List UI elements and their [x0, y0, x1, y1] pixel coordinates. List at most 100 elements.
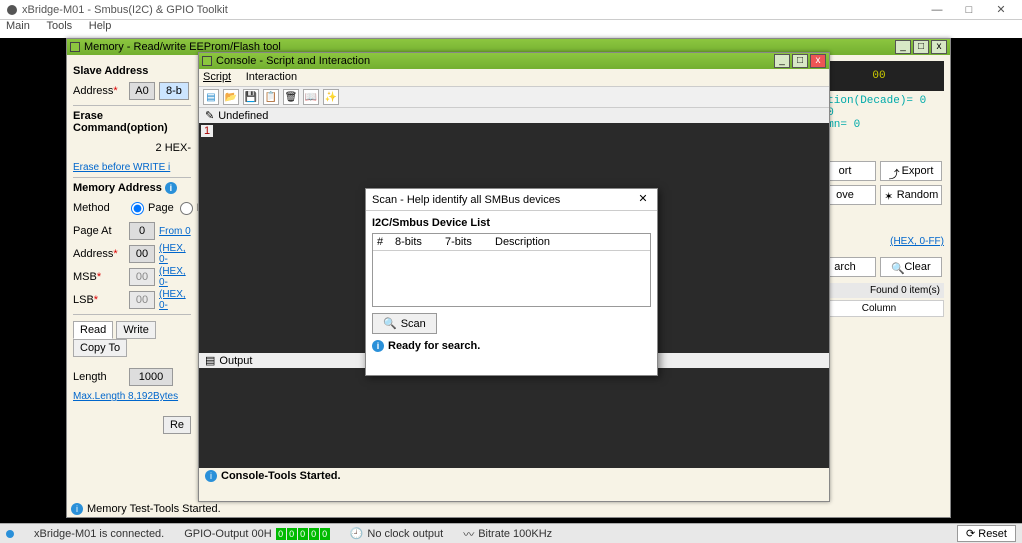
- console-status-text: Console-Tools Started.: [221, 470, 341, 482]
- column-header: Column: [814, 300, 944, 317]
- mem-maximize-button[interactable]: □: [913, 40, 929, 54]
- console-maximize-button[interactable]: □: [792, 54, 808, 68]
- addr-label: Address: [73, 248, 125, 260]
- close-button[interactable]: ✕: [986, 1, 1016, 19]
- method-page-label: Page: [148, 202, 174, 214]
- addr-input[interactable]: [129, 245, 155, 263]
- clock-label: No clock output: [367, 528, 443, 540]
- minimize-button[interactable]: —: [922, 1, 952, 19]
- memory-address-label: Memory Address: [73, 182, 162, 194]
- mem-lumn-line: lumn= 0: [814, 119, 944, 131]
- scan-status: i Ready for search.: [372, 340, 651, 352]
- code-tab-label: Undefined: [218, 110, 268, 122]
- book-icon[interactable]: 📖: [303, 89, 319, 105]
- maximize-button[interactable]: □: [954, 1, 984, 19]
- from0-link[interactable]: From 0: [159, 226, 191, 237]
- copy-icon[interactable]: 📋: [263, 89, 279, 105]
- menubar: Main Tools Help: [0, 20, 1022, 38]
- console-window-title: Console - Script and Interaction: [216, 55, 370, 67]
- open-icon[interactable]: 📂: [223, 89, 239, 105]
- export-icon: ⤴: [889, 166, 899, 176]
- page-at-input[interactable]: [129, 222, 155, 240]
- memory-window-icon: [70, 42, 80, 52]
- magnify-icon: 🔍: [383, 317, 397, 330]
- method-dir-radio[interactable]: [180, 202, 193, 215]
- scan-close-button[interactable]: ✕: [635, 192, 651, 208]
- reset-icon: ⟳: [966, 527, 975, 540]
- console-close-button[interactable]: x: [810, 54, 826, 68]
- info-icon-console: i: [205, 470, 217, 482]
- tab-interaction[interactable]: Interaction: [246, 71, 297, 83]
- console-tabs: Script Interaction: [199, 69, 829, 86]
- scan-button-label: Scan: [401, 318, 426, 330]
- tab-script[interactable]: Script: [203, 71, 231, 83]
- scan-button[interactable]: 🔍 Scan: [372, 313, 437, 334]
- gpio-bit[interactable]: 0: [298, 528, 308, 540]
- app-icon: [6, 4, 18, 16]
- lsb-hex-note: (HEX, 0-: [159, 289, 191, 311]
- export-button[interactable]: ⤴Export: [880, 161, 942, 181]
- page-at-label: Page At: [73, 225, 125, 237]
- window-buttons: — □ ✕: [922, 1, 1016, 19]
- erase-before-write-link[interactable]: Erase before WRITE i: [73, 162, 170, 173]
- bitrate-label: Bitrate 100KHz: [478, 528, 552, 540]
- col-description: Description: [495, 236, 550, 248]
- delete-icon[interactable]: 🗑: [283, 89, 299, 105]
- memory-status-text: Memory Test-Tools Started.: [87, 503, 221, 515]
- msb-input: [129, 268, 155, 286]
- scan-device-table: # 8-bits 7-bits Description: [372, 233, 651, 307]
- col-7bits: 7-bits: [445, 236, 495, 248]
- mem-minimize-button[interactable]: _: [895, 40, 911, 54]
- app-window: xBridge-M01 - Smbus(I2C) & GPIO Toolkit …: [0, 0, 1022, 543]
- tab-read[interactable]: Read: [73, 321, 113, 339]
- re-button[interactable]: Re: [163, 416, 191, 434]
- output-area: [199, 368, 829, 468]
- slave-address-input[interactable]: [129, 82, 155, 100]
- gpio-bit[interactable]: 0: [276, 528, 286, 540]
- save-icon[interactable]: 💾: [243, 89, 259, 105]
- menu-tools[interactable]: Tools: [46, 20, 72, 32]
- lsb-label: LSB: [73, 294, 125, 306]
- hex-0ff-note: (HEX, 0-FF): [890, 236, 944, 247]
- method-page-radio[interactable]: [131, 202, 144, 215]
- random-icon: ✶: [884, 190, 894, 200]
- erase-hex-label: 2 HEX-: [156, 142, 191, 154]
- console-minimize-button[interactable]: _: [774, 54, 790, 68]
- length-input[interactable]: [129, 368, 173, 386]
- gpio-bit[interactable]: 0: [309, 528, 319, 540]
- scan-table-header: # 8-bits 7-bits Description: [373, 234, 650, 251]
- wand-icon[interactable]: ✨: [323, 89, 339, 105]
- col-8bits: 8-bits: [395, 236, 445, 248]
- info-icon-scan: i: [372, 340, 384, 352]
- reset-button[interactable]: ⟳ Reset: [957, 525, 1016, 542]
- info-icon[interactable]: i: [165, 182, 177, 194]
- method-label: Method: [73, 202, 125, 214]
- scan-dialog-titlebar[interactable]: Scan - Help identify all SMBus devices ✕: [366, 189, 657, 211]
- tab-copy-to[interactable]: Copy To: [73, 339, 127, 357]
- status-led: [6, 530, 14, 538]
- tab-write[interactable]: Write: [116, 321, 155, 339]
- new-icon[interactable]: ▤: [203, 89, 219, 105]
- line-number: 1: [201, 125, 213, 137]
- console-window-icon: [202, 56, 212, 66]
- gpio-bit[interactable]: 0: [287, 528, 297, 540]
- app-titlebar[interactable]: xBridge-M01 - Smbus(I2C) & GPIO Toolkit …: [0, 0, 1022, 20]
- scan-dialog: Scan - Help identify all SMBus devices ✕…: [365, 188, 658, 376]
- menu-help[interactable]: Help: [89, 20, 112, 32]
- code-tab[interactable]: ✎ Undefined: [199, 108, 829, 123]
- msb-label: MSB: [73, 271, 125, 283]
- gpio-bit[interactable]: 0: [320, 528, 330, 540]
- clear-button[interactable]: 🔍Clear: [880, 257, 942, 277]
- max-length-link[interactable]: Max.Length 8,192Bytes: [73, 391, 178, 402]
- menu-main[interactable]: Main: [6, 20, 30, 32]
- console-window-titlebar[interactable]: Console - Script and Interaction _ □ x: [199, 53, 829, 69]
- output-icon: ▤: [205, 354, 215, 367]
- mem-close-button[interactable]: x: [931, 40, 947, 54]
- reset-label: Reset: [978, 528, 1007, 540]
- lsb-input: [129, 291, 155, 309]
- output-label: Output: [219, 355, 252, 367]
- random-button[interactable]: ✶Random: [880, 185, 942, 205]
- addr-hex-note: (HEX, 0-: [159, 243, 191, 265]
- bits-select-button[interactable]: 8-b: [159, 82, 189, 100]
- gpio-bits: 0 0 0 0 0: [276, 528, 330, 540]
